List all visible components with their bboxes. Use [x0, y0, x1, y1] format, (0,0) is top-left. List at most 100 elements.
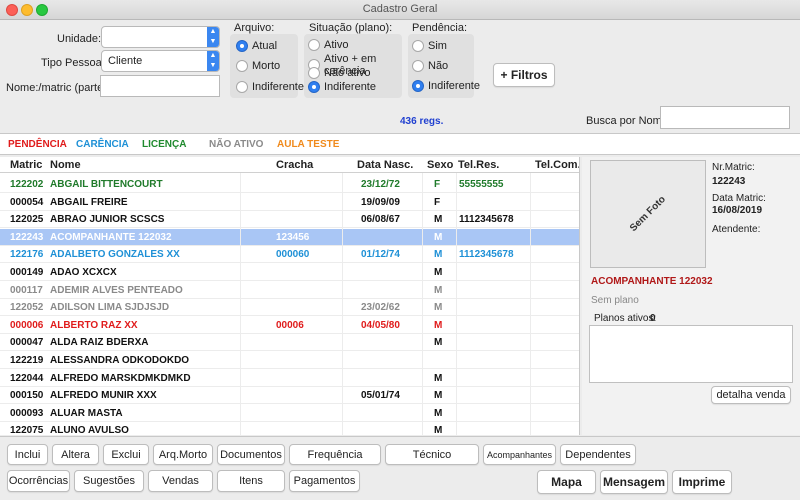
- frequencia-button[interactable]: Frequência: [289, 444, 381, 465]
- cell-matric: 000150: [10, 390, 44, 402]
- cell-nome: ABGAIL BITTENCOURT: [50, 179, 163, 190]
- table-row[interactable]: 000150 ALFREDO MUNIR XXX 05/01/74 M: [0, 387, 579, 405]
- header-tel-com[interactable]: Tel.Com.: [535, 159, 579, 171]
- situacao-option-indiferente[interactable]: Indiferente: [308, 81, 376, 93]
- cell-tel-res: 1112345678: [459, 214, 514, 226]
- cell-matric: 122075: [10, 425, 44, 435]
- cell-data-nasc: 01/12/74: [361, 249, 400, 261]
- table-row[interactable]: 122052 ADILSON LIMA SJDJSJD 23/02/62 M: [0, 299, 579, 317]
- situacao-option-ativo[interactable]: Ativo: [308, 39, 348, 51]
- arquivo-radio-group: Atual Morto Indiferente: [230, 34, 304, 98]
- table-row[interactable]: 000149 ADAO XCXCX M: [0, 264, 579, 281]
- cell-cracha: 000060: [276, 249, 310, 261]
- acompanhantes-button[interactable]: Acompanhantes: [483, 444, 556, 465]
- nome-matric-input[interactable]: [100, 75, 220, 97]
- pendencia-option-nao[interactable]: Não: [412, 60, 448, 72]
- legend-carencia: CARÊNCIA: [76, 139, 129, 150]
- cell-data-nasc: 06/08/67: [361, 214, 400, 226]
- unidade-select[interactable]: ▲ ▼: [101, 26, 220, 48]
- cell-sexo: M: [434, 390, 443, 402]
- arquivo-option-atual[interactable]: Atual: [236, 40, 277, 52]
- sugestoes-button[interactable]: Sugestões: [74, 470, 144, 492]
- cell-tel-res: 55555555: [459, 179, 504, 190]
- header-sexo[interactable]: Sexo: [427, 159, 453, 171]
- radio-icon: [236, 60, 248, 72]
- member-photo[interactable]: Sem Foto: [590, 160, 706, 268]
- cell-sexo: M: [434, 214, 443, 226]
- cell-nome: ABRAO JUNIOR SCSCS: [50, 214, 165, 226]
- arq-morto-button[interactable]: Arq.Morto: [153, 444, 213, 465]
- altera-button[interactable]: Altera: [52, 444, 99, 465]
- inclui-button[interactable]: Inclui: [7, 444, 48, 465]
- unidade-label: Unidade:: [57, 33, 102, 45]
- table-row[interactable]: 122219 ALESSANDRA ODKODOKDO: [0, 352, 579, 369]
- table-row[interactable]: 000117 ADEMIR ALVES PENTEADO M: [0, 282, 579, 299]
- table-row[interactable]: 122243 ACOMPANHANTE 122032 123456 M: [0, 228, 579, 246]
- detalha-venda-button[interactable]: detalha venda: [711, 386, 791, 404]
- column-divider: [530, 173, 531, 435]
- cell-matric: 000054: [10, 196, 44, 208]
- situacao-option-nao-ativo[interactable]: Não ativo: [308, 67, 370, 79]
- legend-licenca: LICENÇA: [142, 139, 187, 150]
- cell-matric: 000117: [10, 284, 43, 296]
- window-title: Cadastro Geral: [362, 3, 438, 15]
- table-row[interactable]: 122025 ABRAO JUNIOR SCSCS 06/08/67 M 1112345…: [0, 211, 579, 229]
- mensagem-button[interactable]: Mensagem: [600, 470, 668, 494]
- tipo-pessoa-select[interactable]: Cliente ▲ ▼: [101, 50, 220, 72]
- header-nome[interactable]: Nome: [50, 159, 81, 171]
- header-data-nasc[interactable]: Data Nasc.: [357, 159, 413, 171]
- cell-data-nasc: 05/01/74: [361, 390, 400, 402]
- mais-filtros-button[interactable]: + Filtros: [493, 63, 555, 87]
- members-table: Matric Nome Cracha Data Nasc. Sexo Tel.R…: [0, 157, 580, 435]
- dependentes-button[interactable]: Dependentes: [560, 444, 636, 465]
- cell-nome: ABGAIL FREIRE: [50, 196, 128, 208]
- table-row[interactable]: 122202 ABGAIL BITTENCOURT 23/12/72 F 5555555…: [0, 176, 579, 193]
- cell-sexo: M: [434, 284, 443, 296]
- cell-sexo: M: [434, 302, 443, 314]
- cell-matric: 000149: [10, 267, 44, 278]
- table-row[interactable]: 122176 ADALBETO GONZALES XX 000060 01/12/74…: [0, 246, 579, 264]
- no-photo-label: Sem Foto: [628, 194, 668, 234]
- cell-sexo: F: [434, 196, 441, 208]
- table-row[interactable]: 122075 ALUNO AVULSO M: [0, 422, 579, 435]
- exclui-button[interactable]: Exclui: [103, 444, 149, 465]
- record-count: 436 regs.: [400, 116, 444, 127]
- pendencia-option-sim[interactable]: Sim: [412, 40, 447, 52]
- member-detail-panel: Sem Foto Nr.Matric: 122243 Data Matric: …: [582, 157, 800, 435]
- radio-selected-icon: [236, 40, 248, 52]
- ocorrencias-button[interactable]: Ocorrências: [7, 470, 70, 492]
- cell-cracha: 00006: [276, 319, 304, 331]
- cell-nome: ADILSON LIMA SJDJSJD: [50, 302, 170, 314]
- cell-nome: ALFREDO MARSKDMKDMKD: [50, 372, 191, 384]
- table-row[interactable]: 000093 ALUAR MASTA M: [0, 405, 579, 422]
- busca-nome-input[interactable]: [660, 106, 790, 129]
- itens-button[interactable]: Itens: [217, 470, 285, 492]
- planos-ativos-value: 0: [650, 313, 656, 324]
- cell-matric: 000047: [10, 337, 44, 349]
- header-tel-res[interactable]: Tel.Res.: [458, 159, 499, 171]
- header-cracha[interactable]: Cracha: [276, 159, 313, 171]
- table-row[interactable]: 000047 ALDA RAIZ BDERXA M: [0, 334, 579, 352]
- table-row[interactable]: 000054 ABGAIL FREIRE 19/09/09 F: [0, 194, 579, 211]
- plans-list[interactable]: [589, 325, 793, 383]
- cell-matric: 122202: [10, 179, 44, 190]
- table-row[interactable]: 000006 ALBERTO RAZ XX 00006 04/05/80 M: [0, 317, 579, 334]
- legend-aula-teste: AULA TESTE: [277, 139, 340, 150]
- header-matric[interactable]: Matric: [10, 159, 42, 171]
- documentos-button[interactable]: Documentos: [217, 444, 285, 465]
- legend-pendencia: PENDÊNCIA: [8, 139, 67, 150]
- tecnico-button[interactable]: Técnico: [385, 444, 479, 465]
- pagamentos-button[interactable]: Pagamentos: [289, 470, 360, 492]
- table-row[interactable]: 122044 ALFREDO MARSKDMKDMKD M: [0, 370, 579, 387]
- arquivo-option-indiferente[interactable]: Indiferente: [236, 81, 304, 93]
- legend-nao-ativo: NÃO ATIVO: [209, 139, 264, 150]
- pendencia-option-indiferente[interactable]: Indiferente: [412, 80, 480, 92]
- cell-nome: ADEMIR ALVES PENTEADO: [50, 284, 183, 296]
- vendas-button[interactable]: Vendas: [148, 470, 213, 492]
- title-bar: Cadastro Geral: [0, 0, 800, 20]
- tipo-pessoa-value: Cliente: [108, 55, 143, 67]
- cell-tel-res: 1112345678: [459, 249, 514, 261]
- imprime-button[interactable]: Imprime: [672, 470, 732, 494]
- arquivo-option-morto[interactable]: Morto: [236, 60, 280, 72]
- mapa-button[interactable]: Mapa: [537, 470, 596, 494]
